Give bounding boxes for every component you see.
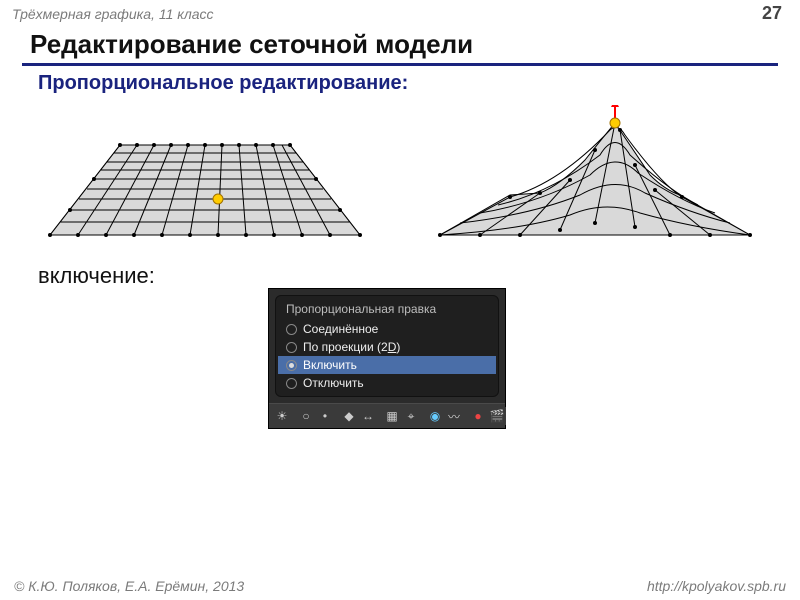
url-label: http://kpolyakov.spb.ru xyxy=(647,578,786,594)
circle-icon[interactable]: ○ xyxy=(297,407,315,425)
slide-title: Редактирование сеточной модели xyxy=(0,25,800,61)
pivot-icon[interactable]: ◆ xyxy=(340,407,358,425)
page-number: 27 xyxy=(762,3,782,24)
film-icon[interactable]: 🎬 xyxy=(488,407,506,425)
dropdown-popup: Пропорциональная правка Соединённое По п… xyxy=(275,295,499,397)
radio-icon xyxy=(286,342,297,353)
selected-vertex-icon xyxy=(213,194,223,204)
menu-item-enable[interactable]: Включить xyxy=(278,356,496,374)
enable-label: включение: xyxy=(0,245,800,289)
slide-subtitle: Пропорциональное редактирование: xyxy=(0,66,800,95)
sun-icon[interactable]: ☀ xyxy=(273,407,291,425)
menu-label: Соединённое xyxy=(303,322,378,336)
menu-item-projected[interactable]: По проекции (2D) xyxy=(278,338,496,356)
arrow-head-icon xyxy=(611,105,619,107)
sphere-icon[interactable]: ◉ xyxy=(426,407,444,425)
menu-label: Включить xyxy=(303,358,357,372)
slide-footer: © К.Ю. Поляков, Е.А. Ерёмин, 2013 http:/… xyxy=(0,574,800,600)
record-icon[interactable]: ● xyxy=(469,407,487,425)
radio-icon xyxy=(286,324,297,335)
radio-icon xyxy=(286,360,297,371)
mesh-flat xyxy=(30,105,380,245)
viewport-toolbar: ☀ ○ • ◆ ↔ ▦ ⌖ ◉ 〰 ● 🎬 xyxy=(269,403,505,428)
radio-icon xyxy=(286,378,297,389)
menu-item-connected[interactable]: Соединённое xyxy=(278,320,496,338)
proportional-edit-panel: Пропорциональная правка Соединённое По п… xyxy=(268,288,506,429)
course-label: Трёхмерная графика, 11 класс xyxy=(12,6,214,22)
curve-icon[interactable]: 〰 xyxy=(445,407,463,425)
dot-icon[interactable]: • xyxy=(316,407,334,425)
arrows-icon[interactable]: ↔ xyxy=(359,407,377,425)
menu-label: Отключить xyxy=(303,376,364,390)
copyright-label: © К.Ю. Поляков, Е.А. Ерёмин, 2013 xyxy=(14,578,244,594)
snap-icon[interactable]: ⌖ xyxy=(402,407,420,425)
selected-vertex-icon xyxy=(610,118,620,128)
grid-icon[interactable]: ▦ xyxy=(383,407,401,425)
menu-label: По проекции (2D) xyxy=(303,340,400,354)
slide-header: Трёхмерная графика, 11 класс 27 xyxy=(0,0,800,25)
popup-title: Пропорциональная правка xyxy=(278,300,496,320)
mesh-illustrations xyxy=(0,95,800,245)
mesh-deformed xyxy=(420,105,770,245)
menu-item-disable[interactable]: Отключить xyxy=(278,374,496,392)
